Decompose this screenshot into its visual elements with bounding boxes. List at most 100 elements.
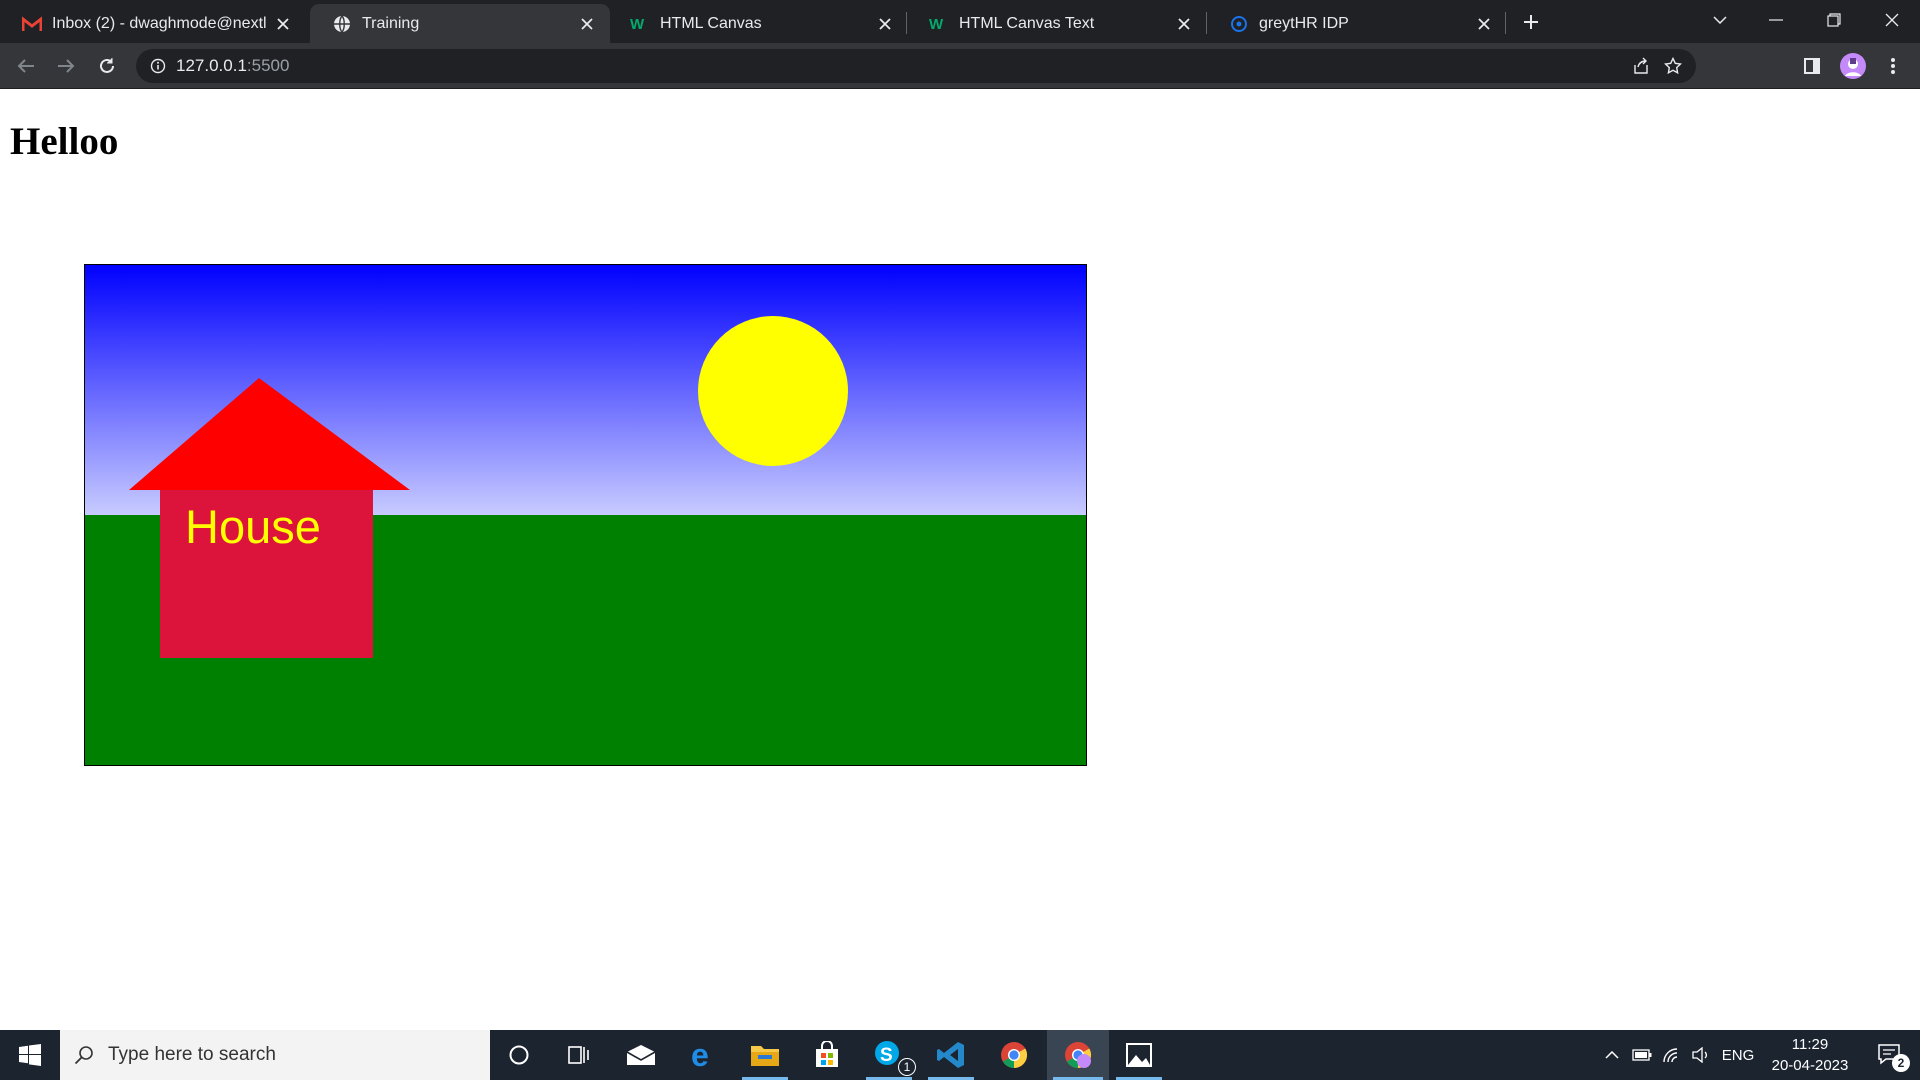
chrome-profile-app[interactable] <box>1047 1030 1109 1080</box>
page-content: Helloo House <box>0 89 1920 1030</box>
start-button[interactable] <box>0 1030 60 1080</box>
network-indicator[interactable] <box>1658 1030 1686 1080</box>
tab-html-canvas-text[interactable]: W HTML Canvas Text <box>907 4 1207 43</box>
cortana-button[interactable] <box>490 1030 548 1080</box>
task-view-button[interactable] <box>550 1030 608 1080</box>
greythr-icon <box>1229 14 1249 34</box>
restore-button[interactable] <box>1806 0 1862 40</box>
canvas-drawing: House <box>85 265 1086 765</box>
arrow-left-icon <box>17 59 34 73</box>
w3schools-icon: W <box>929 14 949 34</box>
store-icon <box>816 1041 838 1067</box>
tab-training[interactable]: Training <box>310 4 610 43</box>
tab-title: Inbox (2) - dwaghmode@nextloo <box>52 14 266 32</box>
file-explorer-app[interactable] <box>736 1030 794 1080</box>
windows-icon <box>19 1044 41 1066</box>
mail-icon <box>626 1045 656 1065</box>
cortana-icon <box>509 1045 529 1065</box>
battery-icon <box>1632 1049 1652 1061</box>
reload-button[interactable] <box>89 48 125 84</box>
sun <box>698 316 848 466</box>
search-icon <box>74 1045 94 1065</box>
tab-strip: Inbox (2) - dwaghmode@nextloo Training W… <box>0 0 1920 43</box>
address-bar[interactable]: 127.0.0.1:5500 <box>136 49 1696 83</box>
photos-icon <box>1126 1043 1152 1067</box>
show-hidden-icons[interactable] <box>1598 1030 1626 1080</box>
back-button[interactable] <box>8 48 44 84</box>
side-panel-button[interactable] <box>1794 48 1830 84</box>
gmail-icon <box>22 14 42 34</box>
clock-date: 20-04-2023 <box>1771 1057 1849 1074</box>
volume-icon <box>1692 1047 1707 1063</box>
taskbar: Type here to search e S 1 ENG 11:29 20-0… <box>0 1030 1920 1080</box>
tab-title: HTML Canvas <box>660 14 762 32</box>
skype-app[interactable]: S 1 <box>860 1030 918 1080</box>
minimize-button[interactable] <box>1748 0 1804 40</box>
clock-time: 11:29 <box>1791 1036 1829 1053</box>
clock[interactable]: 11:29 20-04-2023 <box>1760 1034 1860 1076</box>
info-icon[interactable] <box>150 58 166 74</box>
side-panel-icon <box>1804 58 1820 74</box>
w3schools-icon: W <box>630 14 650 34</box>
store-app[interactable] <box>798 1030 856 1080</box>
new-tab-button[interactable] <box>1504 2 1558 42</box>
tab-title: greytHR IDP <box>1259 14 1349 32</box>
task-view-icon <box>568 1046 589 1064</box>
forward-button[interactable] <box>48 48 84 84</box>
chrome-profile-icon <box>1065 1042 1092 1069</box>
close-icon <box>1885 13 1899 27</box>
url-host: 127.0.0.1 <box>176 56 247 75</box>
vscode-app[interactable] <box>922 1030 980 1080</box>
language-indicator[interactable]: ENG <box>1716 1030 1760 1080</box>
close-icon[interactable] <box>1473 13 1495 35</box>
edge-app[interactable]: e <box>674 1030 732 1080</box>
close-window-button[interactable] <box>1864 0 1920 40</box>
url-port: :5500 <box>246 56 290 75</box>
page-heading: Helloo <box>10 120 119 163</box>
reload-icon <box>100 58 114 73</box>
tab-gmail[interactable]: Inbox (2) - dwaghmode@nextloo <box>0 4 306 43</box>
star-icon[interactable] <box>1664 57 1682 75</box>
tab-greythr[interactable]: greytHR IDP <box>1207 4 1507 43</box>
plus-icon <box>1524 15 1538 29</box>
svg-text:W: W <box>630 16 645 32</box>
folder-icon <box>751 1046 779 1066</box>
close-icon[interactable] <box>576 13 598 35</box>
action-center-button[interactable]: 2 <box>1862 1030 1918 1080</box>
chevron-up-icon <box>1605 1051 1619 1059</box>
restore-icon <box>1827 13 1841 27</box>
chrome-icon <box>1001 1042 1028 1069</box>
mail-app[interactable] <box>612 1030 670 1080</box>
tab-title: HTML Canvas Text <box>959 14 1095 32</box>
close-icon[interactable] <box>1173 13 1195 35</box>
close-icon[interactable] <box>272 13 294 35</box>
tab-html-canvas[interactable]: W HTML Canvas <box>608 4 908 43</box>
tab-title: Training <box>362 14 420 32</box>
share-icon[interactable] <box>1632 57 1650 75</box>
canvas-scene: House <box>84 264 1087 766</box>
chrome-app[interactable] <box>985 1030 1043 1080</box>
edge-icon: e <box>691 1041 709 1069</box>
battery-indicator[interactable] <box>1628 1030 1656 1080</box>
taskbar-search[interactable]: Type here to search <box>60 1030 490 1080</box>
svg-text:W: W <box>929 16 944 32</box>
profile-button[interactable] <box>1835 48 1871 84</box>
close-icon[interactable] <box>874 13 896 35</box>
svg-text:S: S <box>880 1045 893 1066</box>
more-vert-icon <box>1891 58 1895 74</box>
photos-app[interactable] <box>1110 1030 1168 1080</box>
volume-indicator[interactable] <box>1688 1030 1714 1080</box>
search-placeholder: Type here to search <box>108 1044 276 1065</box>
tab-search-button[interactable] <box>1692 0 1748 40</box>
globe-icon <box>332 14 352 34</box>
vscode-icon <box>937 1042 964 1068</box>
wifi-icon <box>1663 1048 1678 1063</box>
house-label: House <box>185 500 321 553</box>
minimize-icon <box>1769 19 1783 21</box>
menu-button[interactable] <box>1875 48 1911 84</box>
browser-toolbar: 127.0.0.1:5500 <box>0 43 1920 89</box>
svg-text:e: e <box>691 1041 709 1069</box>
notification-badge: 2 <box>1892 1054 1910 1072</box>
url-text[interactable]: 127.0.0.1:5500 <box>176 56 289 76</box>
chevron-down-icon <box>1713 16 1727 24</box>
